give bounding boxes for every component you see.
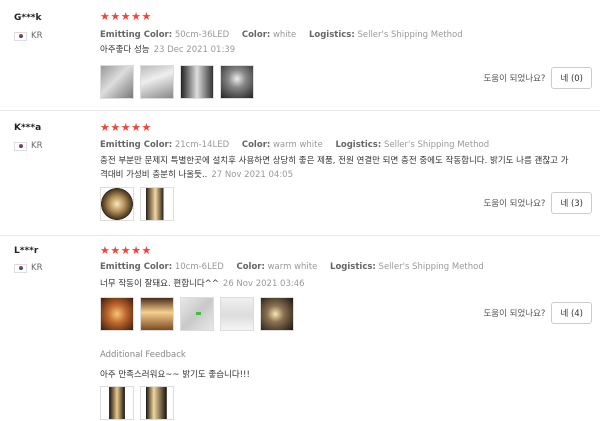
product-attributes: Emitting Color: 10cm-6LED Color: warm wh… xyxy=(100,262,484,272)
emitting-color-value: 10cm-6LED xyxy=(174,262,224,272)
helpful-section: 도움이 되었나요? 네 (3) xyxy=(483,192,592,214)
helpful-question: 도움이 되었나요? xyxy=(483,199,546,209)
color-label: Color: xyxy=(241,140,271,150)
emitting-color-value: 50cm-36LED xyxy=(174,30,230,40)
review-photo-thumbnail[interactable] xyxy=(140,297,174,331)
review-date: 23 Dec 2021 01:39 xyxy=(153,45,236,55)
helpful-section: 도움이 되었나요? 네 (0) xyxy=(483,67,592,89)
color-label: Color: xyxy=(236,262,265,272)
reviewer-name: L***r xyxy=(14,246,39,256)
review-photo-thumbnail[interactable] xyxy=(220,65,254,99)
review-photo-thumbnail[interactable] xyxy=(180,297,214,331)
emitting-color-label: Emitting Color: xyxy=(100,30,173,40)
kr-flag-icon xyxy=(14,263,27,273)
helpful-section: 도움이 되었나요? 네 (4) xyxy=(483,302,592,324)
star-rating: ★★★★★ xyxy=(100,10,152,23)
review-photos xyxy=(100,65,254,99)
product-attributes: Emitting Color: 21cm-14LED Color: warm w… xyxy=(100,140,489,150)
star-rating: ★★★★★ xyxy=(100,244,152,257)
helpful-yes-button[interactable]: 네 (0) xyxy=(551,67,592,89)
logistics-label: Logistics: xyxy=(330,262,376,272)
review-text: 아주좋다 성능 23 Dec 2021 01:39 xyxy=(100,43,570,57)
review-photos xyxy=(100,187,174,221)
kr-flag-icon xyxy=(14,31,27,41)
emitting-color-label: Emitting Color: xyxy=(100,140,173,150)
color-value: white xyxy=(272,30,297,40)
review-photo-thumbnail[interactable] xyxy=(140,65,174,99)
review-photo-thumbnail[interactable] xyxy=(100,187,134,221)
reviewer-country: KR xyxy=(14,141,42,151)
helpful-question: 도움이 되었나요? xyxy=(483,309,546,319)
star-rating: ★★★★★ xyxy=(100,121,152,134)
review-item: L***r KR ★★★★★ Emitting Color: 10cm-6LED… xyxy=(0,235,600,421)
reviewer-name: G***k xyxy=(14,13,42,23)
review-photo-thumbnail[interactable] xyxy=(140,187,174,221)
logistics-label: Logistics: xyxy=(308,30,355,40)
logistics-value: Seller's Shipping Method xyxy=(357,30,463,40)
review-photo-thumbnail[interactable] xyxy=(260,297,294,331)
review-item: G***k KR ★★★★★ Emitting Color: 50cm-36LE… xyxy=(0,0,600,111)
country-code: KR xyxy=(31,31,43,41)
kr-flag-icon xyxy=(14,141,27,151)
review-photo-thumbnail[interactable] xyxy=(140,386,174,420)
review-item: K***a KR ★★★★★ Emitting Color: 21cm-14LE… xyxy=(0,110,600,236)
review-text: 충전 부분만 문제지 특별한곳에 설치후 사용하면 상당히 좋은 제품, 전원 … xyxy=(100,154,570,182)
country-code: KR xyxy=(31,263,43,273)
review-photo-thumbnail[interactable] xyxy=(100,386,134,420)
review-text: 너무 작동이 잘돼요. 편합니다^^ 26 Nov 2021 03:46 xyxy=(100,277,570,291)
helpful-question: 도움이 되었나요? xyxy=(483,74,546,84)
helpful-yes-button[interactable]: 네 (3) xyxy=(551,192,592,214)
review-date: 26 Nov 2021 03:46 xyxy=(222,279,305,289)
color-value: warm white xyxy=(272,140,323,150)
review-body: 아주좋다 성능 xyxy=(100,45,150,55)
emitting-color-value: 21cm-14LED xyxy=(174,140,230,150)
review-photo-thumbnail[interactable] xyxy=(100,297,134,331)
color-value: warm white xyxy=(267,262,318,272)
emitting-color-label: Emitting Color: xyxy=(100,262,173,272)
helpful-yes-button[interactable]: 네 (4) xyxy=(551,302,592,324)
product-attributes: Emitting Color: 50cm-36LED Color: white … xyxy=(100,30,463,40)
country-code: KR xyxy=(31,141,43,151)
additional-feedback-photos xyxy=(100,386,174,420)
additional-feedback-label: Additional Feedback xyxy=(100,350,186,360)
review-photo-thumbnail[interactable] xyxy=(180,65,214,99)
logistics-value: Seller's Shipping Method xyxy=(383,140,490,150)
review-body: 충전 부분만 문제지 특별한곳에 설치후 사용하면 상당히 좋은 제품, 전원 … xyxy=(100,156,569,180)
logistics-value: Seller's Shipping Method xyxy=(378,262,484,272)
additional-feedback-text: 아주 만족스러워요~~ 밝기도 좋습니다!!! xyxy=(100,370,250,380)
review-photos xyxy=(100,297,294,331)
reviewer-name: K***a xyxy=(14,123,42,133)
color-label: Color: xyxy=(241,30,271,40)
review-body: 너무 작동이 잘돼요. 편합니다^^ xyxy=(100,279,219,289)
review-date: 27 Nov 2021 04:05 xyxy=(211,170,293,180)
logistics-label: Logistics: xyxy=(335,140,382,150)
review-photo-thumbnail[interactable] xyxy=(100,65,134,99)
reviewer-country: KR xyxy=(14,263,42,273)
review-photo-thumbnail[interactable] xyxy=(220,297,254,331)
reviewer-country: KR xyxy=(14,31,42,41)
